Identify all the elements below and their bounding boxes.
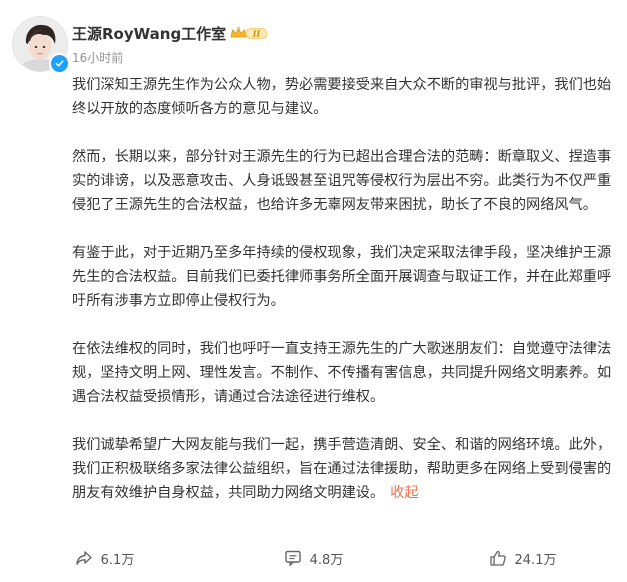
post-header: 王源RoyWang工作室 II 16小时前 [12, 16, 612, 74]
post-paragraph-text: 我们诚挚希望广大网友能与我们一起，携手营造清朗、安全、和谐的网络环境。此外，我们… [72, 437, 612, 501]
share-count: 6.1万 [100, 552, 135, 568]
like-count: 24.1万 [514, 552, 557, 568]
like-button[interactable]: 24.1万 [418, 540, 627, 576]
comment-icon [284, 549, 302, 567]
verified-badge-icon [49, 53, 70, 74]
comment-count: 4.8万 [309, 552, 344, 568]
post-timestamp[interactable]: 16小时前 [72, 49, 123, 66]
post-action-bar: 6.1万 4.8万 24.1万 [0, 540, 627, 576]
author-name-row: 王源RoyWang工作室 II [72, 22, 268, 44]
avatar-container[interactable] [12, 16, 70, 74]
collapse-link[interactable]: 收起 [390, 485, 418, 501]
share-icon [75, 549, 93, 567]
weibo-post: 王源RoyWang工作室 II 16小时前 我们深知王源先生作为公众人物，势必需… [0, 0, 627, 582]
thumbs-up-icon [489, 549, 507, 567]
post-paragraph: 我们深知王源先生作为公众人物，势必需要接受来自大众不断的审视与批评，我们也始终以… [72, 77, 612, 117]
vip-crown-badge-icon[interactable]: II [230, 26, 268, 40]
post-paragraph: 然而，长期以来，部分针对王源先生的行为已超出合理合法的范畴：断章取义、捏造事实的… [72, 149, 612, 213]
post-paragraph-last: 我们诚挚希望广大网友能与我们一起，携手营造清朗、安全、和谐的网络环境。此外，我们… [72, 433, 620, 505]
svg-text:II: II [252, 29, 261, 39]
post-paragraph: 在依法维权的同时，我们也呼吁一直支持王源先生的广大歌迷朋友们：自觉遵守法律法规，… [72, 341, 612, 405]
post-paragraph: 有鉴于此，对于近期乃至多年持续的侵权现象，我们决定采取法律手段，坚决维护王源先生… [72, 245, 612, 309]
share-button[interactable]: 6.1万 [0, 540, 209, 576]
comment-button[interactable]: 4.8万 [209, 540, 418, 576]
post-content: 我们深知王源先生作为公众人物，势必需要接受来自大众不断的审视与批评，我们也始终以… [72, 73, 620, 505]
author-name[interactable]: 王源RoyWang工作室 [72, 23, 226, 44]
